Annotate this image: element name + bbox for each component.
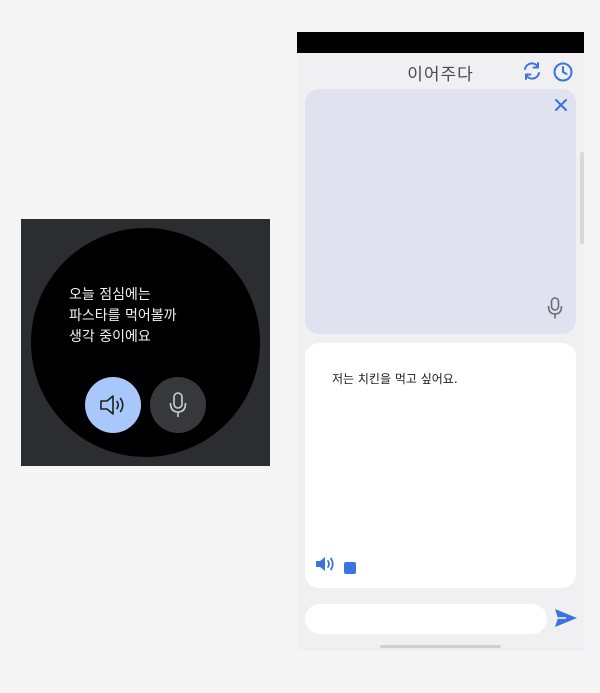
mic-icon	[547, 297, 563, 319]
speech-card: 저는 치킨을 먹고 싶어요.	[305, 343, 576, 588]
watch-mic-button[interactable]	[150, 377, 206, 433]
watch-message: 오늘 점심에는 파스타를 먹어볼까 생각 중이에요	[69, 287, 177, 345]
history-icon	[553, 62, 573, 82]
close-button[interactable]	[554, 97, 568, 116]
speech-text: 저는 치킨을 먹고 싶어요.	[332, 372, 458, 386]
speaker-icon	[316, 557, 334, 571]
phone-screen: 이어주다 저는 치킨을 먹고 싶어요.	[297, 32, 584, 651]
input-row	[305, 604, 581, 634]
speech-play-button[interactable]	[315, 555, 337, 577]
close-icon	[555, 99, 567, 111]
refresh-icon	[524, 62, 540, 80]
panel-mic-button[interactable]	[546, 296, 564, 324]
refresh-button[interactable]	[521, 61, 543, 85]
scrollbar[interactable]	[580, 152, 584, 244]
mic-icon	[169, 392, 187, 417]
home-indicator[interactable]	[380, 645, 501, 648]
watch-face: 오늘 점심에는 파스타를 먹어볼까 생각 중이에요	[31, 228, 260, 457]
watch-screen: 오늘 점심에는 파스타를 먹어볼까 생각 중이에요	[21, 219, 270, 466]
stop-icon[interactable]	[344, 562, 356, 574]
listen-panel	[305, 89, 576, 334]
app-header: 이어주다	[297, 53, 584, 89]
message-input[interactable]	[305, 604, 547, 634]
send-icon	[555, 609, 577, 627]
speaker-icon	[100, 395, 124, 415]
watch-speaker-button[interactable]	[85, 377, 141, 433]
send-button[interactable]	[553, 607, 579, 633]
status-bar	[297, 32, 584, 53]
history-button[interactable]	[552, 61, 574, 87]
